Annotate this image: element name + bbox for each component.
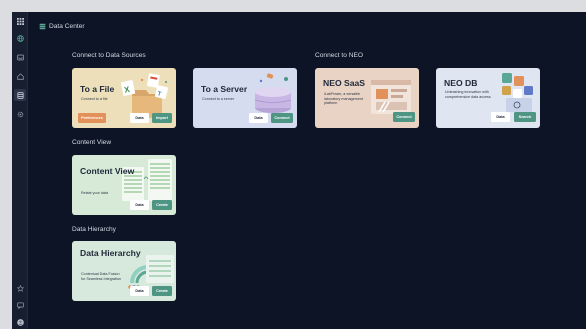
preferences-button[interactable]: Preferences [78, 113, 106, 123]
import-button[interactable]: Import [152, 113, 172, 123]
data-button[interactable]: Data [491, 112, 510, 122]
section-title-data-sources: Connect to Data Sources [72, 52, 146, 59]
card-neo-db[interactable]: NEO DB Unleashing innovation with compre… [436, 68, 540, 128]
card-title: Content View [80, 166, 135, 176]
home-icon[interactable] [14, 70, 26, 82]
card-title: NEO DB [444, 78, 478, 88]
search-button[interactable]: Search [514, 112, 536, 122]
apps-grid-icon[interactable] [14, 15, 26, 27]
star-icon[interactable] [14, 282, 26, 294]
globe-icon[interactable] [14, 32, 26, 44]
card-neo-saas[interactable]: NEO SaaS iLabPower, a versatile laborato… [315, 68, 419, 128]
data-center-icon[interactable] [14, 89, 26, 101]
section-title-neo: Connect to NEO [315, 52, 364, 59]
page-title: Data Center [49, 23, 85, 30]
card-description: Relate your data [81, 191, 109, 195]
avatar-icon[interactable] [14, 316, 26, 328]
database-icon [39, 23, 46, 30]
inbox-icon[interactable] [14, 51, 26, 63]
nav-rail [12, 12, 28, 329]
connect-button[interactable]: Connect [271, 113, 293, 123]
card-description: Contextual Data Fusion for Seamless Inte… [81, 272, 121, 281]
create-button[interactable]: Create [152, 200, 172, 210]
settings-icon[interactable] [14, 108, 26, 120]
card-description: iLabPower, a versatile laboratory manage… [324, 92, 363, 106]
app-window: Data Center Connect to Data Sources Conn… [12, 12, 586, 329]
card-to-a-file[interactable]: X T To a File Connect to a file Preferen… [72, 68, 176, 128]
create-button[interactable]: Create [152, 286, 172, 296]
data-button[interactable]: Data [130, 200, 149, 210]
card-description: Connect to a file [81, 97, 108, 101]
card-description: Unleashing innovation with comprehensive… [445, 90, 491, 99]
section-title-content-view: Content View [72, 139, 112, 146]
card-data-hierarchy[interactable]: Data Hierarchy Contextual Data Fusion fo… [72, 241, 176, 301]
connect-button[interactable]: Connect [393, 112, 415, 122]
card-to-a-server[interactable]: To a Server Connect to a server Data Con… [193, 68, 297, 128]
data-button[interactable]: Data [249, 113, 268, 123]
card-title: NEO SaaS [323, 78, 366, 88]
section-title-data-hierarchy: Data Hierarchy [72, 226, 116, 233]
data-button[interactable]: Data [130, 286, 149, 296]
card-title: To a File [80, 84, 115, 94]
card-content-view[interactable]: Content View Relate your data Data Creat… [72, 155, 176, 215]
card-description: Connect to a server [202, 97, 235, 101]
data-button[interactable]: Data [130, 113, 149, 123]
card-title: To a Server [201, 84, 248, 94]
card-title: Data Hierarchy [80, 248, 141, 258]
chat-icon[interactable] [14, 299, 26, 311]
